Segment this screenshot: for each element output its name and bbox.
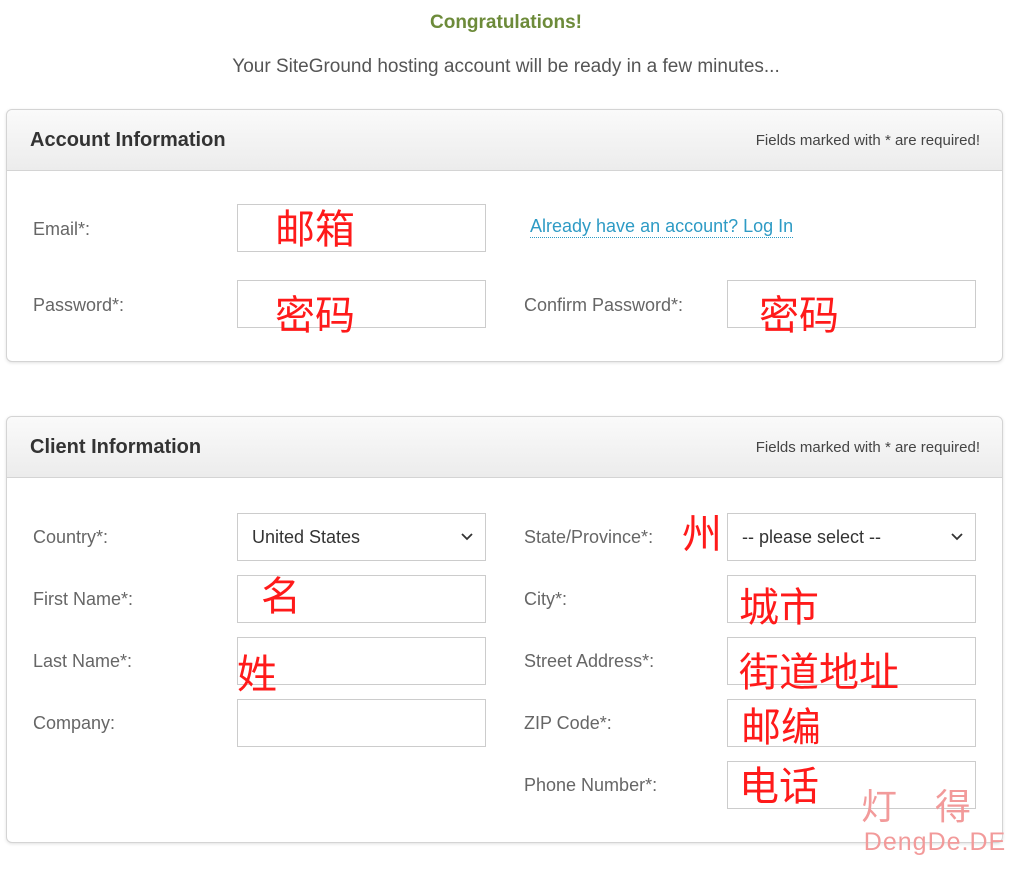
last-name-label: Last Name*: <box>33 651 133 671</box>
state-select[interactable]: -- please select -- <box>727 513 976 561</box>
chevron-down-icon <box>951 533 963 541</box>
phone-number-label: Phone Number*: <box>524 775 658 795</box>
phone-number-annotation: 电话 <box>739 764 819 810</box>
password-annotation: 密码 <box>275 293 355 339</box>
account-panel-title: Account Information <box>30 129 226 151</box>
client-panel-title: Client Information <box>30 436 202 458</box>
company-field[interactable] <box>237 699 486 747</box>
state-selected-value: -- please select -- <box>742 527 882 547</box>
country-select[interactable]: United States <box>237 513 486 561</box>
country-label: Country*: <box>33 527 109 547</box>
state-annotation: 州 <box>682 512 722 558</box>
confirm-password-annotation: 密码 <box>759 293 839 339</box>
watermark: 灯得 DengDe.DE <box>850 790 1020 855</box>
last-name-annotation: 姓 <box>237 652 277 698</box>
first-name-label: First Name*: <box>33 589 134 609</box>
chevron-down-icon <box>461 533 473 541</box>
email-annotation: 邮箱 <box>275 207 355 253</box>
street-address-label: Street Address*: <box>524 651 655 671</box>
account-information-panel: Account Information Fields marked with *… <box>6 109 1003 362</box>
account-panel-header: Account Information Fields marked with *… <box>7 110 1002 171</box>
zip-code-label: ZIP Code*: <box>524 713 612 733</box>
account-ready-message: Your SiteGround hosting account will be … <box>232 56 780 77</box>
required-fields-note: Fields marked with * are required! <box>755 439 980 456</box>
street-address-annotation: 街道地址 <box>739 650 899 696</box>
first-name-annotation: 名 <box>261 574 301 620</box>
watermark-chinese: 灯得 <box>860 787 1009 828</box>
password-label: Password*: <box>33 295 125 315</box>
city-annotation: 城市 <box>739 585 819 631</box>
company-label: Company: <box>33 713 116 733</box>
login-link[interactable]: Already have an account? Log In <box>530 216 794 238</box>
watermark-latin: DengDe.DE <box>863 828 1007 856</box>
state-label: State/Province*: <box>524 527 654 547</box>
congratulations-heading: Congratulations! <box>430 12 582 33</box>
city-label: City*: <box>524 589 568 609</box>
client-panel-header: Client Information Fields marked with * … <box>7 417 1002 478</box>
required-fields-note: Fields marked with * are required! <box>755 132 980 149</box>
confirm-password-label: Confirm Password*: <box>524 295 684 315</box>
client-information-panel: Client Information Fields marked with * … <box>6 416 1003 843</box>
email-label: Email*: <box>33 219 91 239</box>
zip-code-annotation: 邮编 <box>741 705 821 751</box>
country-selected-value: United States <box>252 527 361 547</box>
